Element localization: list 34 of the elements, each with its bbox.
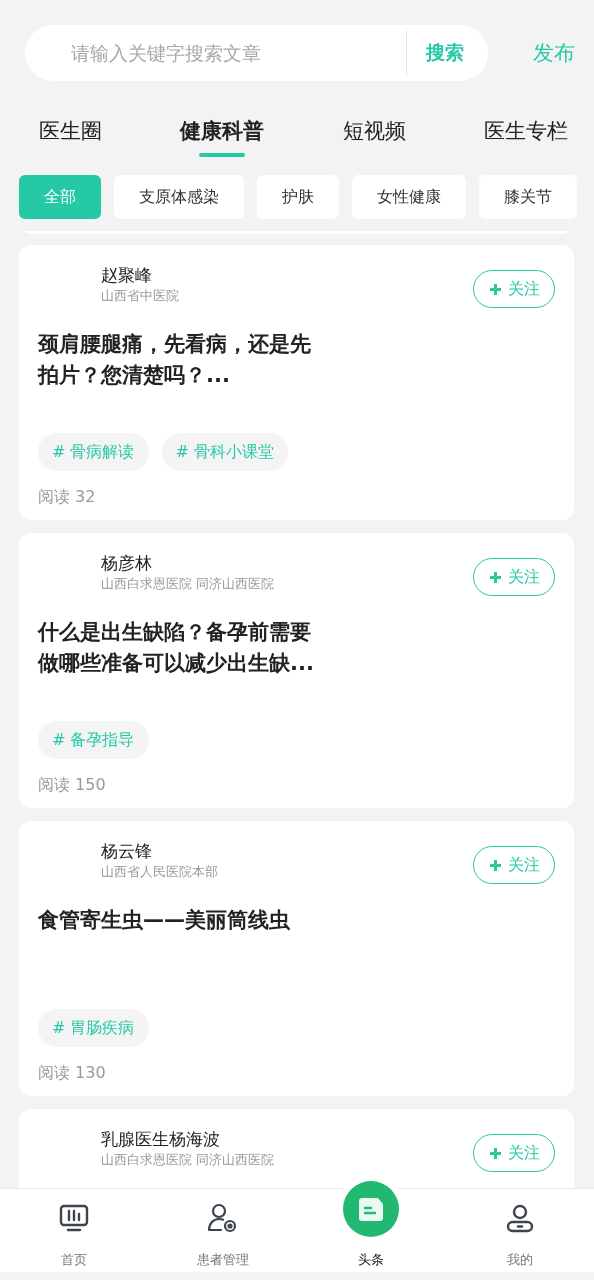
article-title[interactable]: 什么是出生缺陷？备孕前需要做哪些准备可以减少出生缺... [38, 617, 318, 679]
article-title[interactable]: 颈肩腰腿痛，先看病，还是先拍片？您清楚吗？... [38, 329, 318, 391]
category-tab[interactable]: 短视频 [342, 113, 406, 167]
author-name: 杨彦林 [101, 552, 153, 575]
plus-icon [488, 282, 502, 296]
hospital-name: 山西白求恩医院 同济山西医院 [101, 1151, 275, 1168]
read-count: 阅读 130 [38, 1063, 107, 1084]
category-tab[interactable]: 医生专栏 [484, 113, 568, 167]
nav-tab[interactable]: 首页 [0, 1189, 149, 1272]
filter-chip[interactable]: 女性健康 [352, 175, 466, 219]
monitor-icon [59, 1203, 90, 1233]
filter-chip[interactable]: 护肤 [257, 175, 339, 219]
filter-chip[interactable]: 支原体感染 [114, 175, 244, 219]
hospital-name: 山西省人民医院本部 [101, 863, 218, 880]
nav-tab[interactable]: 患者管理 [148, 1189, 297, 1272]
nav-tab[interactable]: 我的 [445, 1189, 594, 1272]
category-tab[interactable]: 医生圈 [39, 113, 102, 167]
author-name: 乳腺医生杨海波 [101, 1128, 221, 1151]
hospital-name: 山西省中医院 [101, 287, 179, 304]
category-tab[interactable]: 健康科普 [180, 113, 265, 167]
read-count: 阅读 32 [38, 487, 97, 508]
hospital-name: 山西白求恩医院 同济山西医院 [101, 575, 275, 592]
plus-icon [488, 1146, 502, 1160]
plus-icon [488, 858, 502, 872]
plus-icon [488, 570, 502, 584]
document-icon [343, 1181, 400, 1237]
author-name: 杨云锋 [101, 840, 153, 863]
author-name: 赵聚峰 [101, 264, 153, 287]
profile-icon [504, 1203, 535, 1233]
filter-chip[interactable]: 膝关节 [479, 175, 577, 219]
read-count: 阅读 150 [38, 775, 107, 796]
nav-tab[interactable]: 头条 [297, 1175, 446, 1272]
person-gear-icon [206, 1202, 239, 1234]
article-title[interactable]: 食管寄生虫——美丽筒线虫 [38, 905, 318, 967]
